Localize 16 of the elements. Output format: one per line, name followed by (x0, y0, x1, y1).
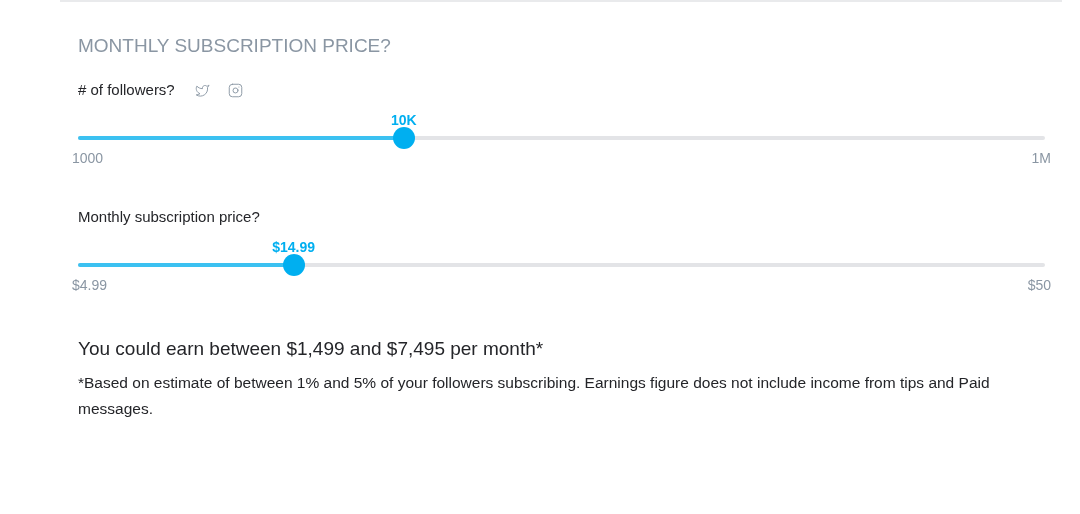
section-heading: MONTHLY SUBSCRIPTION PRICE? (78, 34, 392, 58)
earnings-estimate: You could earn between $1,499 and $7,495 per month* (78, 337, 545, 361)
slider-value: $14.99 (272, 238, 316, 257)
slider-thumb[interactable] (392, 127, 415, 149)
footnote: *Based on estimate of between 1% and 5% of your followers subscribing. Earnings figure does not include income from tips and Paid messages. (78, 373, 991, 419)
slider-min-label: $4.99 (72, 276, 108, 295)
slider-max-label: $50 (1027, 276, 1051, 295)
slider-label: # of followers? (78, 79, 175, 100)
slider-track[interactable] (78, 136, 1045, 140)
slider-thumb[interactable] (282, 254, 305, 276)
instagram-icon (227, 82, 243, 98)
twitter-bird-icon (194, 82, 210, 98)
slider-label: Monthly subscription price? (78, 206, 260, 227)
slider-min-label: 1000 (72, 149, 104, 168)
slider-value: 10K (391, 111, 417, 130)
slider-max-label: 1M (1031, 149, 1051, 168)
